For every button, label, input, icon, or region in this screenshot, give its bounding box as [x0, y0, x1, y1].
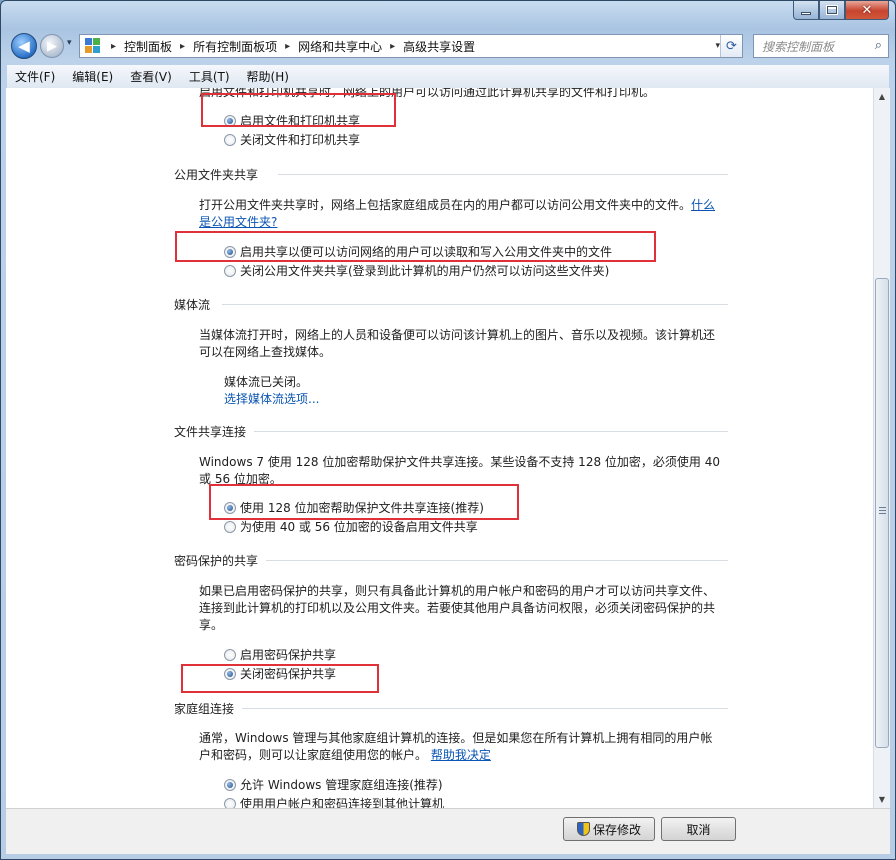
- recent-pages-dropdown-icon[interactable]: ▾: [67, 38, 72, 48]
- menu-bar: 文件(F) 编辑(E) 查看(V) 工具(T) 帮助(H): [7, 65, 889, 89]
- forward-button[interactable]: ▶: [40, 34, 64, 58]
- radio-40-56-bit-encryption[interactable]: [224, 521, 236, 533]
- highlight-box: [201, 93, 396, 127]
- highlight-box: [181, 664, 379, 693]
- radio-windows-manage-homegroup[interactable]: [224, 779, 236, 791]
- back-button[interactable]: ◀: [11, 33, 37, 59]
- radio-use-user-accounts[interactable]: [224, 798, 236, 808]
- link-choose-media-options[interactable]: 选择媒体流选项...: [224, 390, 319, 407]
- minimize-icon: [801, 11, 811, 15]
- action-bar: 保存修改 取消: [6, 808, 890, 854]
- cancel-button[interactable]: 取消: [661, 817, 736, 841]
- heading-homegroup-connections: 家庭组连接: [174, 702, 235, 716]
- menu-help[interactable]: 帮助(H): [247, 68, 289, 85]
- caption-buttons: ✕: [793, 1, 889, 20]
- search-input[interactable]: 搜索控制面板 ⌕: [753, 34, 889, 58]
- maximize-icon: [827, 6, 837, 14]
- address-bar[interactable]: ▸ 控制面板 ▸ 所有控制面板项 ▸ 网络和共享中心 ▸ 高级共享设置 ▾ ⟳: [79, 34, 743, 58]
- scrollbar-thumb[interactable]: [875, 278, 889, 748]
- breadcrumb-separator[interactable]: ▸: [285, 41, 290, 52]
- save-changes-button[interactable]: 保存修改: [563, 817, 655, 841]
- refresh-button[interactable]: ⟳: [720, 35, 742, 57]
- heading-password-protected-sharing: 密码保护的共享: [174, 554, 259, 568]
- section-divider: [242, 708, 728, 709]
- menu-tools[interactable]: 工具(T): [189, 68, 230, 85]
- public-folder-description-text: 打开公用文件夹共享时，网络上包括家庭组成员在内的用户都可以访问公用文件夹中的文件…: [199, 198, 692, 212]
- forward-arrow-icon: ▶: [47, 38, 57, 54]
- section-divider: [266, 560, 728, 561]
- vertical-scrollbar[interactable]: ▲ ▼: [873, 88, 890, 808]
- heading-file-sharing-connections: 文件共享连接: [174, 425, 247, 439]
- section-divider: [254, 431, 728, 432]
- save-changes-label: 保存修改: [592, 822, 641, 837]
- homegroup-description: 通常，Windows 管理与其他家庭组计算机的连接。但是如果您在所有计算机上拥有…: [199, 730, 724, 764]
- radio-enable-password-sharing[interactable]: [224, 649, 236, 661]
- maximize-button[interactable]: [819, 1, 845, 20]
- heading-public-folder: 公用文件夹共享: [174, 168, 259, 182]
- search-placeholder: 搜索控制面板: [762, 39, 835, 54]
- radio-disable-public-folder[interactable]: [224, 265, 236, 277]
- password-sharing-description: 如果已启用密码保护的共享，则只有具备此计算机的用户帐户和密码的用户才可以访问共享…: [199, 584, 716, 632]
- back-arrow-icon: ◀: [18, 37, 30, 55]
- control-panel-icon: [85, 38, 103, 54]
- breadcrumb-all-items[interactable]: 所有控制面板项: [193, 38, 277, 55]
- menu-file[interactable]: 文件(F): [15, 68, 55, 85]
- uac-shield-icon: [576, 822, 590, 836]
- label-use-user-accounts[interactable]: 使用用户帐户和密码连接到其他计算机: [240, 795, 444, 808]
- radio-disable-printer-sharing[interactable]: [224, 134, 236, 146]
- section-divider: [222, 304, 728, 305]
- close-icon: ✕: [861, 2, 873, 18]
- label-disable-printer-sharing[interactable]: 关闭文件和打印机共享: [240, 131, 360, 148]
- highlight-box: [209, 484, 519, 520]
- breadcrumb-separator[interactable]: ▸: [390, 41, 395, 52]
- minimize-button[interactable]: [793, 1, 819, 20]
- settings-content: 启用文件和打印机共享时，网络上的用户可以访问通过此计算机共享的文件和打印机。 启…: [6, 88, 873, 808]
- search-icon[interactable]: ⌕: [875, 38, 882, 53]
- breadcrumb-control-panel[interactable]: 控制面板: [124, 38, 172, 55]
- close-button[interactable]: ✕: [845, 1, 889, 20]
- label-disable-public-folder[interactable]: 关闭公用文件夹共享(登录到此计算机的用户仍然可以访问这些文件夹): [240, 262, 609, 279]
- menu-view[interactable]: 查看(V): [130, 68, 172, 85]
- public-folder-description: 打开公用文件夹共享时，网络上包括家庭组成员在内的用户都可以访问公用文件夹中的文件…: [199, 197, 724, 231]
- breadcrumb-network-center[interactable]: 网络和共享中心: [298, 38, 382, 55]
- highlight-box: [175, 231, 656, 262]
- navigation-row: ◀ ▶ ▾ ▸ 控制面板 ▸ 所有控制面板项 ▸ 网络和共享中心 ▸ 高级共享设…: [7, 30, 889, 62]
- scroll-up-icon[interactable]: ▲: [874, 88, 890, 105]
- scroll-down-icon[interactable]: ▼: [874, 791, 890, 808]
- media-streaming-status: 媒体流已关闭。: [224, 375, 309, 389]
- cancel-label: 取消: [686, 822, 711, 837]
- file-sharing-description: Windows 7 使用 128 位加密帮助保护文件共享连接。某些设备不支持 1…: [199, 455, 720, 486]
- breadcrumb-advanced-sharing[interactable]: 高级共享设置: [403, 38, 475, 55]
- menu-edit[interactable]: 编辑(E): [72, 68, 113, 85]
- label-windows-manage-homegroup[interactable]: 允许 Windows 管理家庭组连接(推荐): [240, 776, 443, 793]
- label-enable-password-sharing[interactable]: 启用密码保护共享: [240, 646, 336, 663]
- breadcrumb-separator[interactable]: ▸: [111, 41, 116, 52]
- heading-media-streaming: 媒体流: [174, 298, 211, 312]
- breadcrumb-separator[interactable]: ▸: [180, 41, 185, 52]
- section-divider: [278, 174, 728, 175]
- label-40-56-bit-encryption[interactable]: 为使用 40 或 56 位加密的设备启用文件共享: [240, 518, 478, 535]
- media-streaming-description: 当媒体流打开时，网络上的人员和设备便可以访问该计算机上的图片、音乐以及视频。该计…: [199, 328, 716, 359]
- refresh-icon: ⟳: [726, 38, 737, 54]
- scrollbar-grip-icon: [879, 507, 886, 516]
- link-help-me-decide[interactable]: 帮助我决定: [431, 748, 491, 762]
